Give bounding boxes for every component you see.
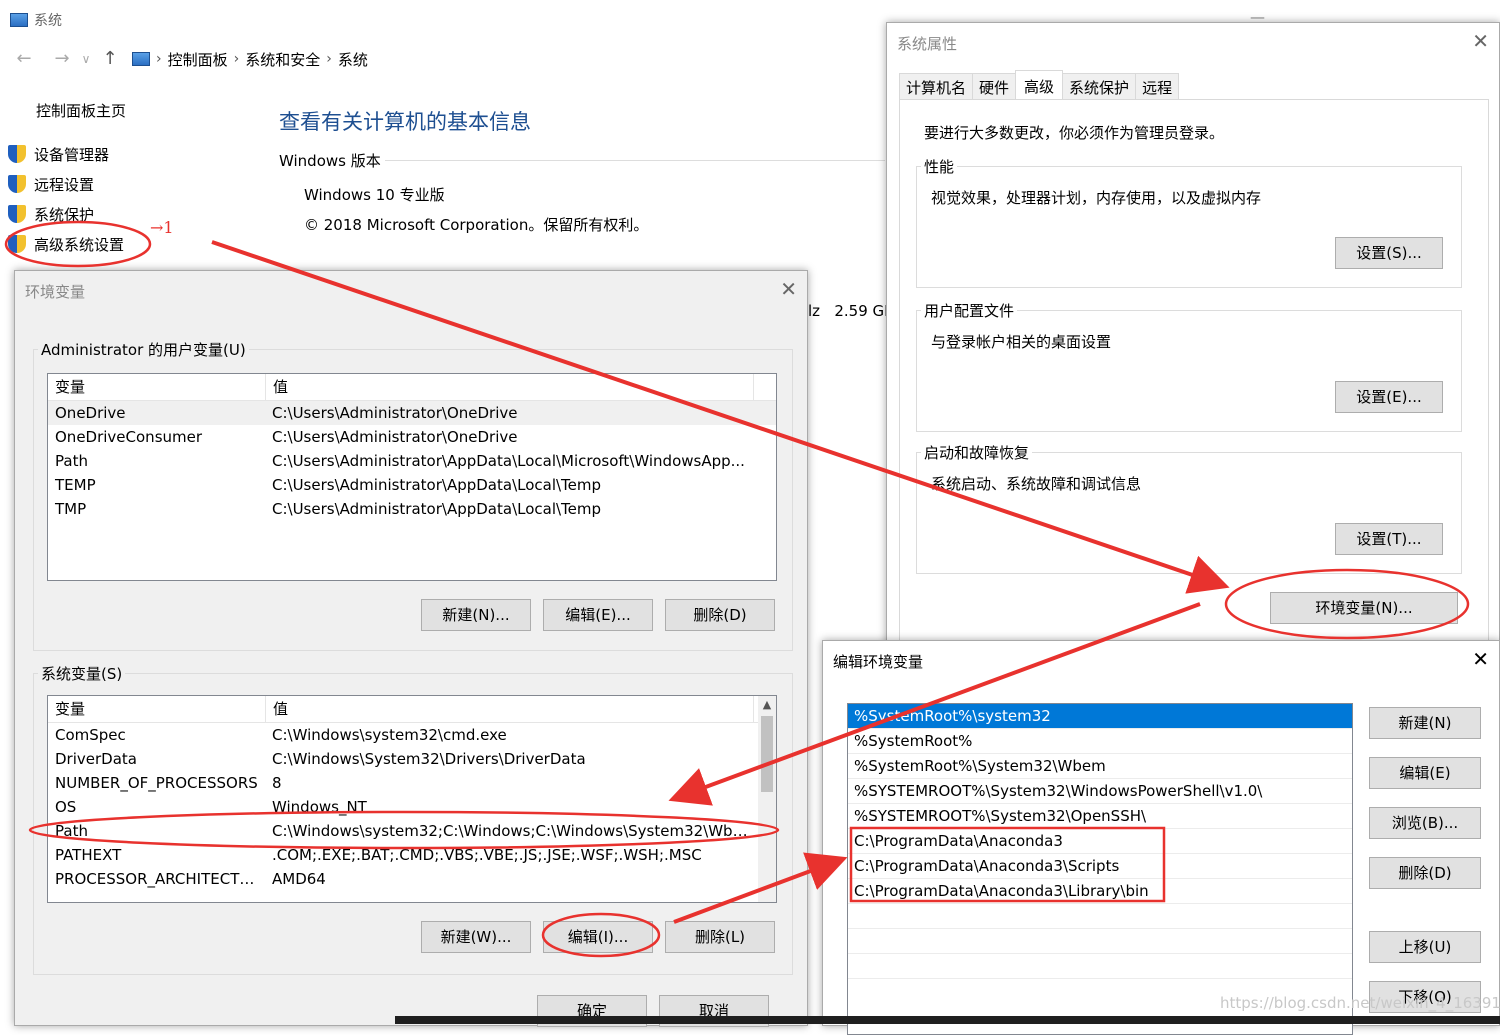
scrollbar[interactable]: ▲ (758, 696, 776, 902)
close-icon[interactable]: ✕ (1472, 647, 1489, 671)
shield-icon (8, 174, 26, 195)
user-profiles-desc: 与登录帐户相关的桌面设置 (931, 333, 1112, 351)
back-icon[interactable]: ← (12, 47, 36, 71)
sidebar-item-remote[interactable]: 远程设置 (8, 174, 94, 195)
list-item[interactable]: C:\ProgramData\Anaconda3\Library\bin (848, 879, 1352, 904)
control-panel-icon (132, 52, 150, 66)
copyright-text: © 2018 Microsoft Corporation。保留所有权利。 (304, 216, 649, 234)
path-list[interactable]: %SystemRoot%\system32 %SystemRoot% %Syst… (847, 703, 1353, 1035)
table-row[interactable]: TMP C:\Users\Administrator\AppData\Local… (48, 497, 776, 521)
list-item[interactable]: %SYSTEMROOT%\System32\WindowsPowerShell\… (848, 779, 1352, 804)
table-row[interactable]: PATHEXT .COM;.EXE;.BAT;.CMD;.VBS;.VBE;.J… (48, 843, 776, 867)
forward-icon[interactable]: → (50, 47, 74, 71)
path-new-button[interactable]: 新建(N) (1369, 707, 1481, 739)
startup-desc: 系统启动、系统故障和调试信息 (931, 475, 1142, 493)
user-vars-list[interactable]: 变量 值 OneDrive C:\Users\Administrator\One… (47, 373, 777, 581)
environment-variables-button[interactable]: 环境变量(N)... (1270, 592, 1458, 624)
windows-edition-label: Windows 版本 (279, 152, 381, 170)
table-row[interactable]: TEMP C:\Users\Administrator\AppData\Loca… (48, 473, 776, 497)
performance-settings-button[interactable]: 设置(S)... (1335, 237, 1443, 269)
col-var[interactable]: 变量 (48, 696, 266, 722)
list-item[interactable]: %SystemRoot% (848, 729, 1352, 754)
user-profiles-group: 用户配置文件 与登录帐户相关的桌面设置 设置(E)... (916, 300, 1462, 432)
close-icon[interactable]: ✕ (1472, 29, 1489, 53)
dialog-title: 环境变量 (25, 283, 86, 301)
user-edit-button[interactable]: 编辑(E)... (543, 599, 653, 631)
system-delete-button[interactable]: 删除(L) (665, 921, 775, 953)
path-edit-button[interactable]: 编辑(E) (1369, 757, 1481, 789)
table-row[interactable]: DriverData C:\Windows\System32\Drivers\D… (48, 747, 776, 771)
user-delete-button[interactable]: 删除(D) (665, 599, 775, 631)
watermark: https://blog.csdn.net/weixin_4_16391 (1220, 994, 1500, 1012)
sidebar-control-panel-home[interactable]: 控制面板主页 (36, 100, 126, 121)
list-item[interactable]: %SystemRoot%\system32 (848, 704, 1352, 729)
table-row[interactable]: NUMBER_OF_PROCESSORS 8 (48, 771, 776, 795)
move-up-button[interactable]: 上移(U) (1369, 931, 1481, 963)
chevron-right-icon: › (233, 51, 240, 67)
chevron-down-icon[interactable]: ∨ (74, 47, 98, 71)
startup-recovery-group: 启动和故障恢复 系统启动、系统故障和调试信息 设置(T)... (916, 442, 1462, 574)
advanced-tab-panel: 要进行大多数更改，你必须作为管理员登录。 性能 视觉效果，处理器计划，内存使用，… (899, 99, 1489, 701)
col-val[interactable]: 值 (266, 696, 754, 722)
system-window-title: 系统 (10, 10, 62, 30)
breadcrumb-control-panel[interactable]: 控制面板 (168, 49, 228, 70)
list-item-empty[interactable] (848, 904, 1352, 929)
sidebar-item-protection[interactable]: 系统保护 (8, 204, 94, 225)
system-properties-dialog: 系统属性 ✕ 计算机名 硬件 高级 系统保护 远程 要进行大多数更改，你必须作为… (886, 22, 1500, 704)
list-header: 变量 值 (48, 374, 776, 401)
startup-settings-button[interactable]: 设置(T)... (1335, 523, 1443, 555)
table-row[interactable]: OneDrive C:\Users\Administrator\OneDrive (48, 401, 776, 425)
system-vars-list[interactable]: 变量 值 ComSpec C:\Windows\system32\cmd.exe… (47, 695, 777, 903)
sidebar-item-advanced[interactable]: 高级系统设置 (8, 234, 124, 255)
edit-environment-variable-dialog: 编辑环境变量 ✕ %SystemRoot%\system32 %SystemRo… (822, 640, 1500, 1035)
windows-edition: Windows 10 专业版 (304, 186, 445, 204)
list-item[interactable]: C:\ProgramData\Anaconda3\Scripts (848, 854, 1352, 879)
admin-note: 要进行大多数更改，你必须作为管理员登录。 (924, 124, 1225, 142)
table-row[interactable]: ComSpec C:\Windows\system32\cmd.exe (48, 723, 776, 747)
list-item-empty[interactable] (848, 929, 1352, 954)
shield-icon (8, 234, 26, 255)
taskbar (395, 1016, 1500, 1024)
system-new-button[interactable]: 新建(W)... (421, 921, 531, 953)
breadcrumb: › 控制面板 › 系统和安全 › 系统 (132, 49, 368, 70)
list-item-empty[interactable] (848, 954, 1352, 979)
page-title: 查看有关计算机的基本信息 (279, 110, 531, 134)
dialog-title: 系统属性 (897, 35, 958, 53)
dialog-title: 编辑环境变量 (833, 653, 924, 671)
sidebar-item-device-manager[interactable]: 设备管理器 (8, 144, 109, 165)
list-item[interactable]: %SYSTEMROOT%\System32\OpenSSH\ (848, 804, 1352, 829)
user-profiles-settings-button[interactable]: 设置(E)... (1335, 381, 1443, 413)
shield-icon (8, 204, 26, 225)
list-header: 变量 值 (48, 696, 776, 723)
breadcrumb-security[interactable]: 系统和安全 (245, 49, 320, 70)
table-row[interactable]: OS Windows_NT (48, 795, 776, 819)
cpu-speed-fragment: lz 2.59 GH (808, 302, 896, 320)
divider (385, 160, 885, 161)
list-item[interactable]: %SystemRoot%\System32\Wbem (848, 754, 1352, 779)
user-new-button[interactable]: 新建(N)... (421, 599, 531, 631)
table-row[interactable]: OneDriveConsumer C:\Users\Administrator\… (48, 425, 776, 449)
col-var[interactable]: 变量 (48, 374, 266, 400)
col-val[interactable]: 值 (266, 374, 754, 400)
computer-icon (10, 13, 28, 27)
shield-icon (8, 144, 26, 165)
table-row[interactable]: Path C:\Users\Administrator\AppData\Loca… (48, 449, 776, 473)
performance-group: 性能 视觉效果，处理器计划，内存使用，以及虚拟内存 设置(S)... (916, 156, 1462, 288)
path-delete-button[interactable]: 删除(D) (1369, 857, 1481, 889)
chevron-right-icon: › (326, 51, 332, 67)
scroll-thumb[interactable] (761, 716, 773, 792)
scroll-up-icon[interactable]: ▲ (758, 696, 776, 714)
path-browse-button[interactable]: 浏览(B)... (1369, 807, 1481, 839)
environment-variables-dialog: 环境变量 ✕ Administrator 的用户变量(U) 变量 值 OneDr… (14, 270, 808, 1027)
table-row[interactable]: PROCESSOR_ARCHITECTURE AMD64 (48, 867, 776, 891)
chevron-right-icon: › (156, 51, 162, 67)
performance-desc: 视觉效果，处理器计划，内存使用，以及虚拟内存 (931, 189, 1262, 207)
list-item[interactable]: C:\ProgramData\Anaconda3 (848, 829, 1352, 854)
close-icon[interactable]: ✕ (780, 277, 797, 301)
table-row-path[interactable]: Path C:\Windows\system32;C:\Windows;C:\W… (48, 819, 776, 843)
system-edit-button[interactable]: 编辑(I)... (543, 921, 653, 953)
nav-bar: ← → ∨ ↑ › 控制面板 › 系统和安全 › 系统 (0, 44, 890, 74)
breadcrumb-system[interactable]: 系统 (338, 49, 368, 70)
up-icon[interactable]: ↑ (98, 47, 122, 71)
